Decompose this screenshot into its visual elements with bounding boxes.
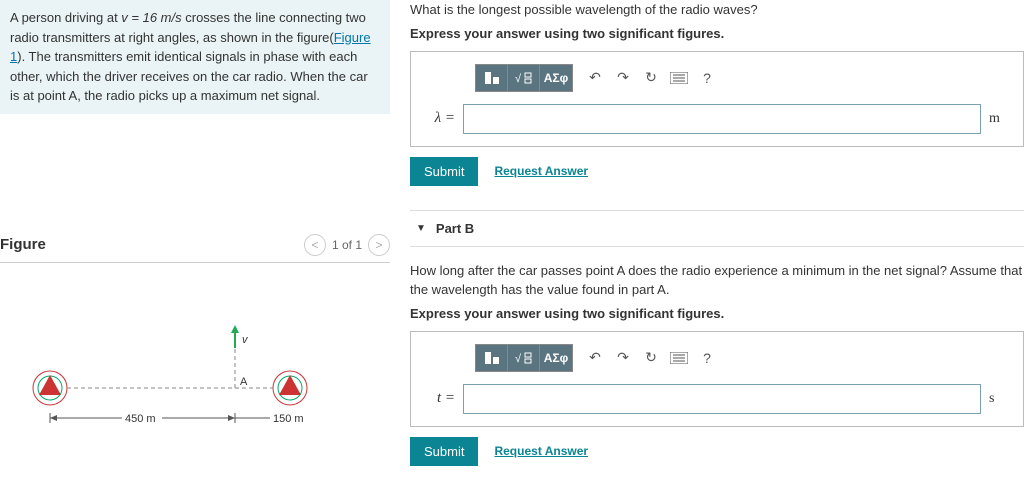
collapse-icon: ▼ [416, 223, 426, 234]
reset-button[interactable]: ↻ [637, 345, 665, 371]
keyboard-button[interactable] [665, 345, 693, 371]
submit-button[interactable]: Submit [410, 437, 478, 466]
unit-label: s [989, 391, 1009, 407]
request-answer-link[interactable]: Request Answer [494, 444, 588, 458]
undo-button[interactable]: ↶ [581, 65, 609, 91]
part-b-question: How long after the car passes point A do… [410, 261, 1024, 300]
part-a-answer-box: √ ΑΣφ ↶ ↷ ↻ ? λ = m [410, 51, 1024, 147]
figure-pager: < 1 of 1 > [304, 234, 390, 256]
redo-button[interactable]: ↷ [609, 345, 637, 371]
part-b-label: Part B [436, 221, 474, 236]
prev-figure-button[interactable]: < [304, 234, 326, 256]
keyboard-button[interactable] [665, 65, 693, 91]
fraction-button[interactable]: √ [508, 345, 540, 371]
help-button[interactable]: ? [693, 65, 721, 91]
submit-button[interactable]: Submit [410, 157, 478, 186]
answer-input[interactable] [463, 384, 981, 414]
help-button[interactable]: ? [693, 345, 721, 371]
problem-text: ). The transmitters emit identical signa… [10, 49, 368, 103]
request-answer-link[interactable]: Request Answer [494, 164, 588, 178]
svg-text:√: √ [515, 73, 522, 85]
part-b-header[interactable]: ▼ Part B [410, 210, 1024, 247]
variable-label: λ = [425, 110, 455, 127]
answer-input[interactable] [463, 104, 981, 134]
redo-button[interactable]: ↷ [609, 65, 637, 91]
variable-label: t = [425, 390, 455, 407]
dist-left-label: 450 m [125, 413, 156, 425]
a-label: A [240, 376, 248, 388]
part-a-question: What is the longest possible wavelength … [410, 0, 1024, 20]
template-button[interactable] [476, 65, 508, 91]
part-a-instruction: Express your answer using two significan… [410, 26, 1024, 41]
velocity-value: v = 16 m/s [121, 10, 181, 25]
undo-button[interactable]: ↶ [581, 345, 609, 371]
dist-right-label: 150 m [273, 413, 304, 425]
greek-button[interactable]: ΑΣφ [540, 345, 572, 371]
figure-diagram: v A 450 m 150 m [0, 293, 390, 456]
figure-title: Figure [0, 236, 46, 253]
fraction-button[interactable]: √ [508, 65, 540, 91]
svg-text:√: √ [515, 353, 522, 365]
problem-statement: A person driving at v = 16 m/s crosses t… [0, 0, 390, 114]
part-b-instruction: Express your answer using two significan… [410, 306, 1024, 321]
equation-toolbar: √ ΑΣφ ↶ ↷ ↻ ? [475, 64, 1009, 92]
v-label: v [242, 334, 249, 346]
equation-toolbar: √ ΑΣφ ↶ ↷ ↻ ? [475, 344, 1009, 372]
template-button[interactable] [476, 345, 508, 371]
next-figure-button[interactable]: > [368, 234, 390, 256]
reset-button[interactable]: ↻ [637, 65, 665, 91]
pager-text: 1 of 1 [332, 238, 362, 252]
part-b-answer-box: √ ΑΣφ ↶ ↷ ↻ ? t = s [410, 331, 1024, 427]
unit-label: m [989, 111, 1009, 127]
problem-text: A person driving at [10, 10, 121, 25]
greek-button[interactable]: ΑΣφ [540, 65, 572, 91]
